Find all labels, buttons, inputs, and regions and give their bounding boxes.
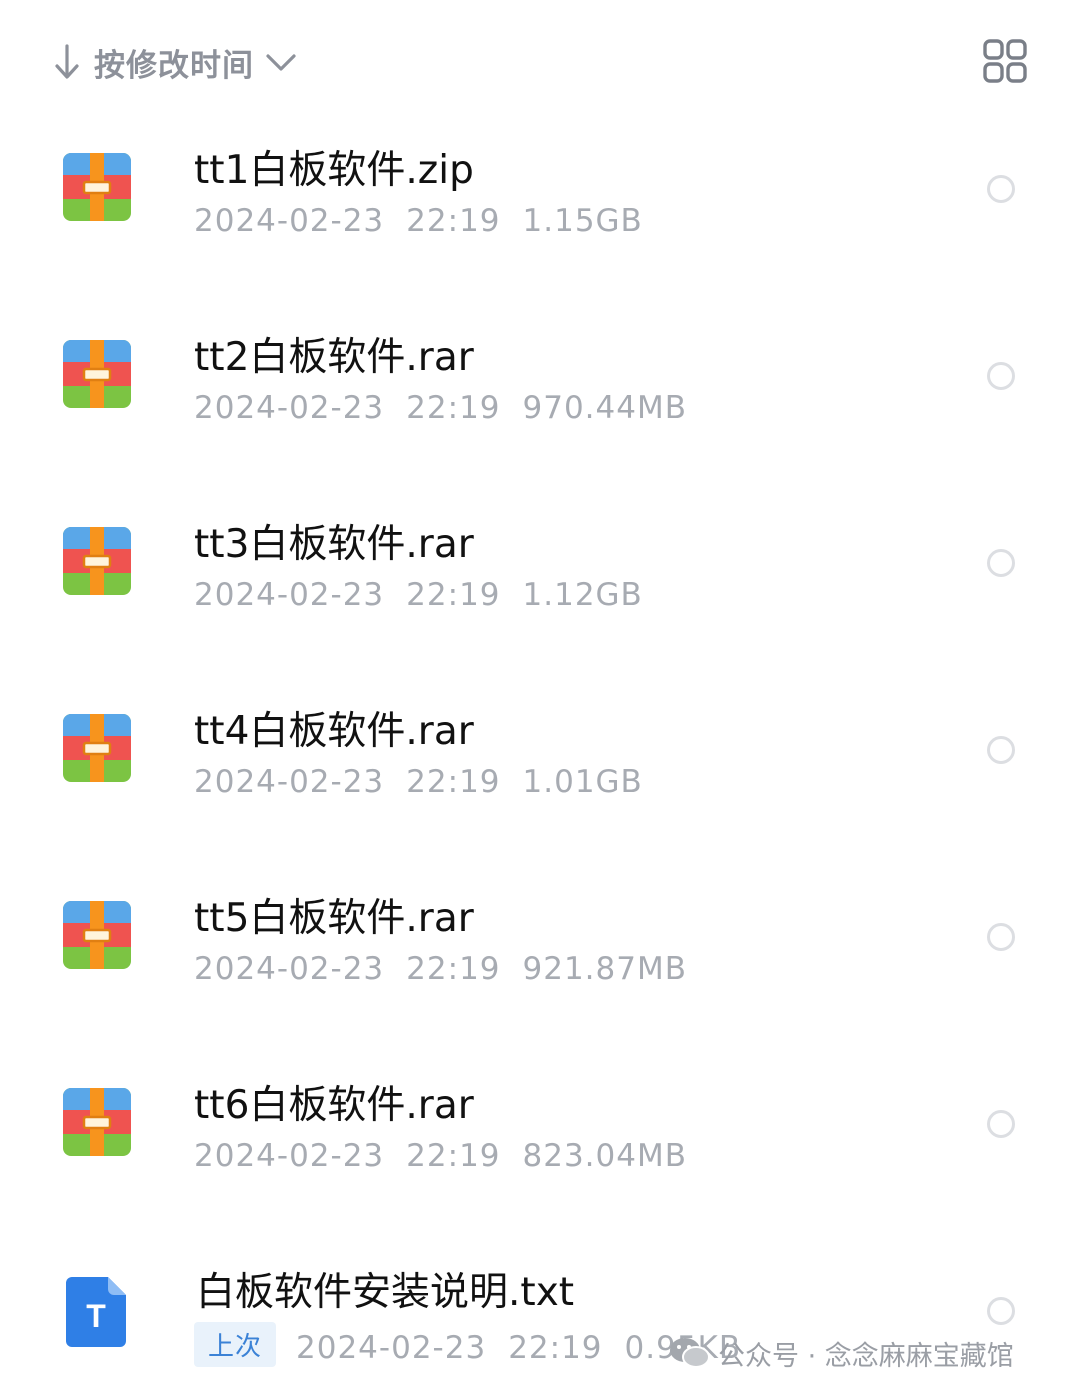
file-size: 823.04MB — [522, 1138, 687, 1174]
file-meta: 2024-02-23 22:19 1.12GB — [194, 577, 643, 613]
file-name: tt2白板软件.rar — [194, 335, 474, 380]
file-date: 2024-02-23 — [194, 203, 385, 239]
file-date: 2024-02-23 — [194, 951, 385, 987]
select-radio[interactable] — [987, 362, 1015, 390]
watermark-text: 公众号 · 念念麻麻宝藏馆 — [718, 1340, 1014, 1372]
archive-icon — [63, 340, 131, 408]
archive-icon — [63, 901, 131, 969]
archive-icon — [63, 1088, 131, 1156]
file-row[interactable]: tt6白板软件.rar 2024-02-23 22:19 823.04MB — [0, 1050, 1080, 1237]
file-row[interactable]: tt1白板软件.zip 2024-02-23 22:19 1.15GB — [0, 115, 1080, 302]
file-name: tt3白板软件.rar — [194, 522, 474, 567]
file-meta: 2024-02-23 22:19 823.04MB — [194, 1138, 687, 1174]
file-date: 2024-02-23 — [194, 1138, 385, 1174]
file-row[interactable]: tt2白板软件.rar 2024-02-23 22:19 970.44MB — [0, 302, 1080, 489]
file-size: 970.44MB — [522, 390, 687, 426]
file-time: 22:19 — [508, 1330, 603, 1366]
file-meta: 2024-02-23 22:19 970.44MB — [194, 390, 687, 426]
select-radio[interactable] — [987, 1297, 1015, 1325]
file-name: tt4白板软件.rar — [194, 709, 474, 754]
file-date: 2024-02-23 — [194, 390, 385, 426]
file-size: 1.12GB — [522, 577, 643, 613]
select-radio[interactable] — [987, 175, 1015, 203]
select-radio[interactable] — [987, 923, 1015, 951]
wechat-icon — [670, 1338, 710, 1368]
select-radio[interactable] — [987, 736, 1015, 764]
text-file-icon-letter: T — [86, 1298, 106, 1334]
file-date: 2024-02-23 — [296, 1330, 487, 1366]
file-time: 22:19 — [406, 390, 501, 426]
file-date: 2024-02-23 — [194, 577, 385, 613]
file-date: 2024-02-23 — [194, 764, 385, 800]
file-meta: 2024-02-23 22:19 921.87MB — [194, 951, 687, 987]
file-row[interactable]: tt3白板软件.rar 2024-02-23 22:19 1.12GB — [0, 489, 1080, 676]
file-size: 921.87MB — [522, 951, 687, 987]
archive-icon — [63, 527, 131, 595]
file-name: tt5白板软件.rar — [194, 896, 474, 941]
file-name: tt1白板软件.zip — [194, 148, 474, 193]
file-size: 1.01GB — [522, 764, 643, 800]
select-radio[interactable] — [987, 549, 1015, 577]
file-time: 22:19 — [406, 764, 501, 800]
file-time: 22:19 — [406, 203, 501, 239]
file-row[interactable]: tt4白板软件.rar 2024-02-23 22:19 1.01GB — [0, 676, 1080, 863]
file-meta: 2024-02-23 22:19 1.01GB — [194, 764, 643, 800]
select-radio[interactable] — [987, 1110, 1015, 1138]
file-time: 22:19 — [406, 951, 501, 987]
file-time: 22:19 — [406, 577, 501, 613]
file-size: 1.15GB — [522, 203, 643, 239]
file-name: 白板软件安装说明.txt — [196, 1270, 575, 1315]
text-file-icon: T — [66, 1277, 126, 1347]
file-meta: 2024-02-23 22:19 1.15GB — [194, 203, 643, 239]
file-name: tt6白板软件.rar — [194, 1083, 474, 1128]
archive-icon — [63, 153, 131, 221]
file-row[interactable]: tt5白板软件.rar 2024-02-23 22:19 921.87MB — [0, 863, 1080, 1050]
recent-badge: 上次 — [194, 1322, 277, 1367]
watermark: 公众号 · 念念麻麻宝藏馆 — [668, 1330, 1014, 1376]
archive-icon — [63, 714, 131, 782]
file-time: 22:19 — [406, 1138, 501, 1174]
file-meta: 上次2024-02-2322:190.95KB — [194, 1322, 741, 1367]
file-list: tt1白板软件.zip 2024-02-23 22:19 1.15GB tt2白板软… — [0, 0, 1080, 1396]
